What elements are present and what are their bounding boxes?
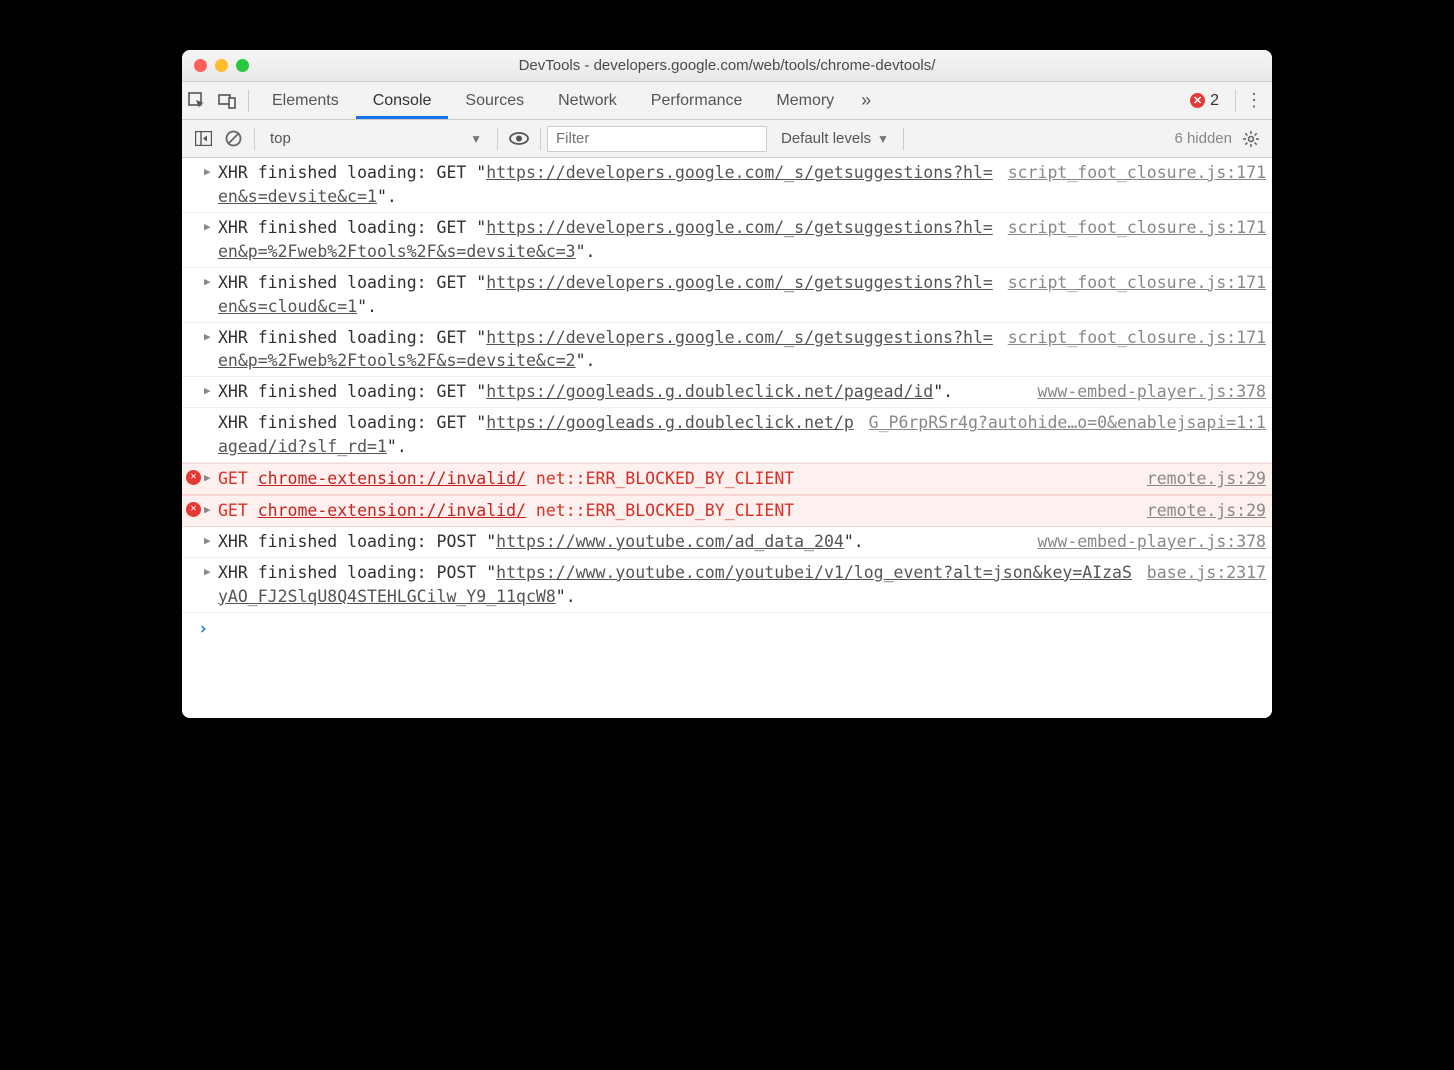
source-link[interactable]: G_P6rpRSr4g?autohide…o=0&enablejsapi=1:1 (869, 411, 1266, 435)
tab-sources[interactable]: Sources (448, 82, 541, 119)
context-label: top (270, 130, 291, 147)
zoom-window-button[interactable] (236, 59, 249, 72)
console-toolbar: top ▼ Default levels ▼ 6 hidden (182, 120, 1272, 158)
tab-memory[interactable]: Memory (759, 82, 851, 119)
hidden-messages-count[interactable]: 6 hidden (1174, 130, 1232, 147)
tab-performance[interactable]: Performance (634, 82, 760, 119)
clear-console-icon[interactable] (218, 130, 248, 147)
levels-label: Default levels (781, 130, 871, 147)
devtools-window: DevTools - developers.google.com/web/too… (182, 50, 1272, 718)
disclosure-triangle-icon[interactable]: ▶ (204, 533, 211, 549)
close-window-button[interactable] (194, 59, 207, 72)
source-link[interactable]: remote.js:29 (1147, 499, 1266, 523)
chevron-down-icon: ▼ (877, 132, 889, 146)
execution-context-select[interactable]: top ▼ (261, 126, 491, 152)
error-icon: ✕ (186, 470, 201, 485)
console-settings-icon[interactable] (1242, 130, 1260, 148)
log-message: XHR finished loading: GET "https://devel… (218, 161, 1008, 209)
disclosure-triangle-icon[interactable]: ▶ (204, 219, 211, 235)
chevron-down-icon: ▼ (470, 132, 482, 146)
device-toolbar-icon[interactable] (212, 82, 242, 119)
minimize-window-button[interactable] (215, 59, 228, 72)
settings-menu-button[interactable]: ⋮ (1242, 90, 1266, 111)
overflow-tabs-button[interactable]: » (851, 82, 881, 119)
log-message: XHR finished loading: POST "https://www.… (218, 530, 1038, 554)
window-title: DevTools - developers.google.com/web/too… (182, 57, 1272, 74)
console-row[interactable]: ▶ XHR finished loading: GET "https://goog… (182, 377, 1272, 408)
log-message: XHR finished loading: GET "https://googl… (218, 380, 1038, 404)
log-message: XHR finished loading: POST "https://www.… (218, 561, 1147, 609)
traffic-lights (194, 59, 249, 72)
console-row[interactable]: ▶ XHR finished loading: GET "https://deve… (182, 158, 1272, 213)
log-message: XHR finished loading: GET "https://devel… (218, 216, 1008, 264)
source-link[interactable]: script_foot_closure.js:171 (1008, 271, 1266, 295)
console-row[interactable]: ✕▶ GET chrome-extension://invalid/ net::E… (182, 463, 1272, 495)
error-count: 2 (1210, 92, 1219, 110)
disclosure-triangle-icon[interactable]: ▶ (204, 502, 211, 518)
source-link[interactable]: base.js:2317 (1147, 561, 1266, 585)
console-row[interactable]: ▶ XHR finished loading: GET "https://deve… (182, 323, 1272, 378)
console-row[interactable]: XHR finished loading: GET "https://googl… (182, 408, 1272, 463)
tab-elements[interactable]: Elements (255, 82, 356, 119)
error-icon: ✕ (1190, 93, 1205, 108)
disclosure-triangle-icon[interactable]: ▶ (204, 564, 211, 580)
error-icon: ✕ (186, 502, 201, 517)
source-link[interactable]: remote.js:29 (1147, 467, 1266, 491)
console-row[interactable]: ▶ XHR finished loading: POST "https://www… (182, 527, 1272, 558)
log-message: XHR finished loading: GET "https://googl… (218, 411, 869, 459)
log-message: XHR finished loading: GET "https://devel… (218, 271, 1008, 319)
disclosure-triangle-icon[interactable]: ▶ (204, 329, 211, 345)
disclosure-triangle-icon[interactable]: ▶ (204, 470, 211, 486)
filter-input[interactable] (547, 126, 767, 152)
console-messages[interactable]: ▶ XHR finished loading: GET "https://deve… (182, 158, 1272, 718)
log-message: XHR finished loading: GET "https://devel… (218, 326, 1008, 374)
log-message: GET chrome-extension://invalid/ net::ERR… (218, 499, 1147, 523)
disclosure-triangle-icon[interactable]: ▶ (204, 274, 211, 290)
console-row[interactable]: ▶ XHR finished loading: POST "https://www… (182, 558, 1272, 613)
source-link[interactable]: script_foot_closure.js:171 (1008, 216, 1266, 240)
live-expression-icon[interactable] (504, 132, 534, 145)
log-message: GET chrome-extension://invalid/ net::ERR… (218, 467, 1147, 491)
console-row[interactable]: ▶ XHR finished loading: GET "https://deve… (182, 268, 1272, 323)
error-count-badge[interactable]: ✕ 2 (1190, 92, 1219, 110)
source-link[interactable]: script_foot_closure.js:171 (1008, 161, 1266, 185)
console-row[interactable]: ✕▶ GET chrome-extension://invalid/ net::E… (182, 495, 1272, 527)
tab-console[interactable]: Console (356, 82, 449, 119)
console-sidebar-toggle-icon[interactable] (188, 131, 218, 146)
inspect-element-icon[interactable] (182, 82, 212, 119)
console-prompt[interactable]: › (182, 613, 1272, 645)
source-link[interactable]: www-embed-player.js:378 (1038, 530, 1266, 554)
disclosure-triangle-icon[interactable]: ▶ (204, 164, 211, 180)
source-link[interactable]: script_foot_closure.js:171 (1008, 326, 1266, 350)
disclosure-triangle-icon[interactable]: ▶ (204, 383, 211, 399)
tab-network[interactable]: Network (541, 82, 634, 119)
console-row[interactable]: ▶ XHR finished loading: GET "https://deve… (182, 213, 1272, 268)
log-levels-select[interactable]: Default levels ▼ (781, 130, 889, 147)
titlebar: DevTools - developers.google.com/web/too… (182, 50, 1272, 82)
source-link[interactable]: www-embed-player.js:378 (1038, 380, 1266, 404)
panel-tabbar: ElementsConsoleSourcesNetworkPerformance… (182, 82, 1272, 120)
